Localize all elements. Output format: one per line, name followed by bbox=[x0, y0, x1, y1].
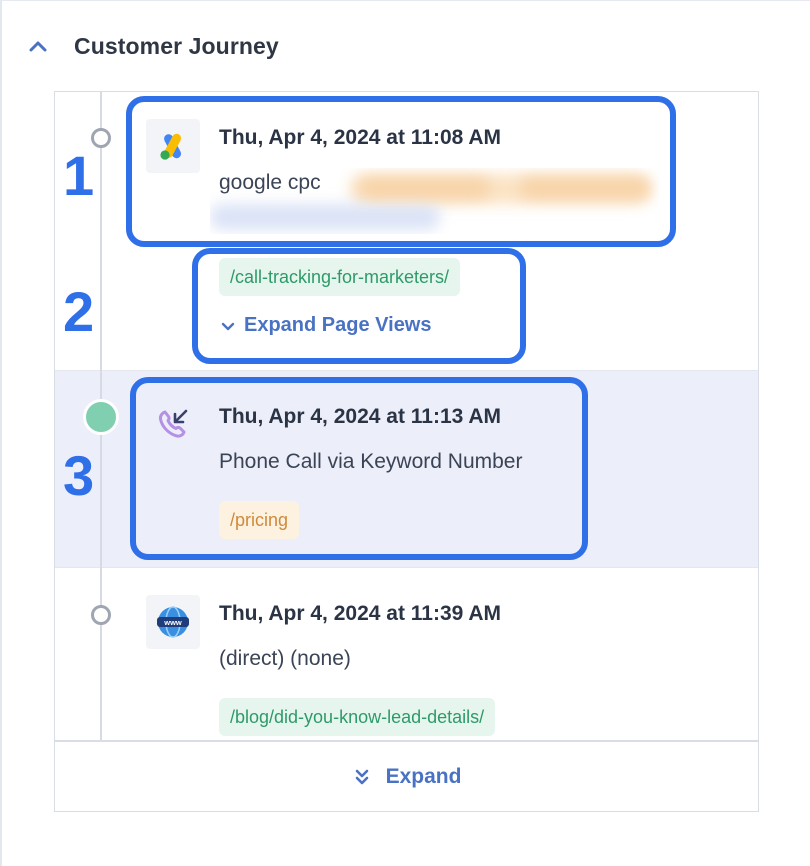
call-timeline-dot bbox=[83, 399, 119, 435]
section-title: Customer Journey bbox=[74, 32, 279, 59]
top-divider bbox=[0, 0, 810, 1]
double-chevron-down-icon bbox=[352, 767, 372, 787]
row-divider bbox=[55, 370, 758, 371]
www-globe-icon: www bbox=[146, 595, 200, 649]
chevron-up-icon[interactable] bbox=[26, 34, 50, 58]
annotation-box-step-2 bbox=[192, 248, 526, 364]
annotation-box-step-1 bbox=[126, 96, 676, 247]
page-url-chip[interactable]: /blog/did-you-know-lead-details/ bbox=[219, 698, 496, 736]
timeline-dot bbox=[91, 605, 111, 625]
annotation-box-step-3 bbox=[130, 377, 588, 560]
step-number-3: 3 bbox=[63, 444, 95, 507]
step-number-2: 2 bbox=[63, 280, 95, 343]
event-timestamp: Thu, Apr 4, 2024 at 11:39 AM bbox=[219, 602, 502, 625]
customer-journey-widget: Customer Journey 1 Thu, Apr 4, 2024 at 1… bbox=[0, 0, 810, 866]
step-number-1: 1 bbox=[63, 144, 95, 207]
customer-journey-header[interactable]: Customer Journey bbox=[26, 30, 279, 62]
svg-text:www: www bbox=[163, 618, 182, 627]
expand-journey-button[interactable]: Expand bbox=[55, 740, 758, 811]
row-divider bbox=[55, 567, 758, 568]
expand-label: Expand bbox=[385, 765, 462, 788]
left-divider bbox=[0, 0, 2, 866]
timeline-dot bbox=[91, 128, 111, 148]
event-source: (direct) (none) bbox=[219, 647, 351, 670]
